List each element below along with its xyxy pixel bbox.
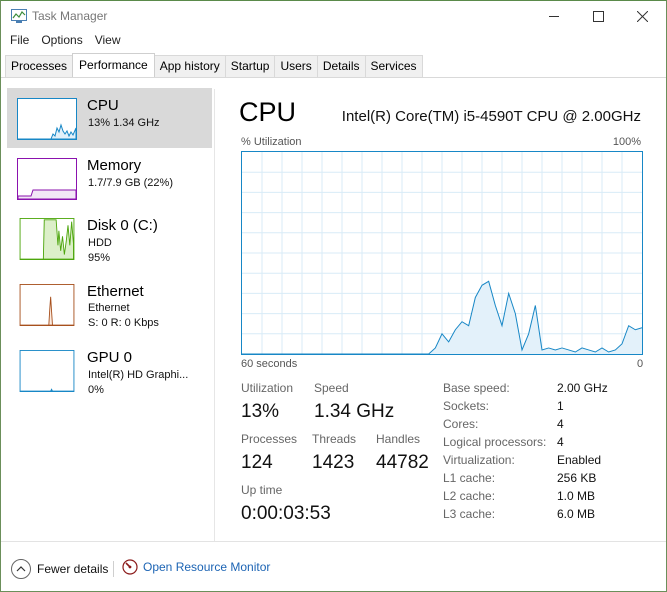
task-manager-icon	[11, 9, 27, 23]
spec-label-base-speed: Base speed:	[443, 381, 510, 395]
tab-divider	[1, 77, 666, 78]
spec-value-l1-cache: 256 KB	[557, 471, 597, 485]
sidebar-cpu-sub: 13% 1.34 GHz	[88, 117, 160, 129]
sidebar-item-ethernet[interactable]: Ethernet Ethernet S: 0 R: 0 Kbps	[7, 278, 212, 338]
sidebar-memory-title: Memory	[87, 157, 142, 174]
spec-value-virtualization: Enabled	[557, 453, 602, 467]
open-resource-monitor-link[interactable]: Open Resource Monitor	[122, 559, 270, 575]
footer-divider	[1, 541, 666, 542]
speed-value: 1.34 GHz	[314, 401, 395, 422]
processes-label: Processes	[241, 432, 298, 446]
cpu-thumbnail-graph	[17, 98, 77, 140]
utilization-value: 13%	[241, 401, 280, 422]
menu-file[interactable]: File	[1, 33, 29, 51]
ethernet-thumbnail-graph	[17, 284, 77, 326]
spec-label-logical-processors: Logical processors:	[443, 435, 547, 449]
memory-thumbnail-graph	[17, 158, 77, 200]
cpu-model-name: Intel(R) Core(TM) i5-4590T CPU @ 2.00GHz	[341, 108, 641, 125]
spec-value-sockets: 1	[557, 399, 564, 413]
footer-separator	[113, 561, 114, 577]
sidebar-divider	[214, 89, 215, 541]
sidebar-ethernet-sub1: Ethernet	[88, 302, 130, 314]
uptime-value: 0:00:03:53	[241, 503, 331, 524]
spec-value-cores: 4	[557, 417, 564, 431]
spec-value-l3-cache: 6.0 MB	[557, 507, 596, 521]
tab-details[interactable]: Details	[316, 55, 366, 77]
tab-startup[interactable]: Startup	[224, 55, 276, 77]
sidebar-item-memory[interactable]: Memory 1.7/7.9 GB (22%)	[7, 151, 212, 211]
threads-value: 1423	[312, 452, 355, 473]
spec-label-virtualization: Virtualization:	[443, 453, 515, 467]
gpu-thumbnail-graph	[17, 350, 77, 392]
tab-users[interactable]: Users	[274, 55, 318, 77]
spec-value-l2-cache: 1.0 MB	[557, 489, 596, 503]
fewer-details-label: Fewer details	[37, 562, 109, 576]
spec-label-l1-cache: L1 cache:	[443, 471, 496, 485]
axis-label-time: 60 seconds	[241, 358, 298, 370]
speed-label: Speed	[314, 381, 349, 395]
handles-label: Handles	[376, 432, 421, 446]
title-bar: Task Manager	[1, 1, 666, 31]
sidebar-memory-sub: 1.7/7.9 GB (22%)	[88, 177, 173, 189]
axis-label-max: 100%	[612, 136, 641, 148]
minimize-button[interactable]	[532, 1, 576, 31]
close-icon	[636, 10, 648, 22]
sidebar-disk-sub1: HDD	[88, 237, 112, 249]
spec-label-sockets: Sockets:	[443, 399, 490, 413]
footer: Fewer details Open Resource Monitor	[1, 557, 666, 581]
menu-options[interactable]: Options	[29, 33, 82, 51]
menu-view[interactable]: View	[83, 33, 121, 51]
sidebar-ethernet-sub2: S: 0 R: 0 Kbps	[88, 317, 159, 329]
axis-label-utilization: % Utilization	[241, 136, 302, 148]
task-manager-window: Task Manager File Options View Processes…	[0, 0, 667, 592]
sidebar-disk-sub2: 95%	[88, 252, 111, 264]
axis-label-zero: 0	[637, 358, 644, 370]
sidebar-gpu-title: GPU 0	[87, 349, 133, 366]
sidebar-ethernet-title: Ethernet	[87, 283, 144, 300]
utilization-label: Utilization	[241, 381, 294, 395]
open-resource-monitor-label: Open Resource Monitor	[143, 560, 271, 574]
tab-processes[interactable]: Processes	[5, 55, 74, 77]
maximize-button[interactable]	[576, 1, 620, 31]
chevron-up-icon	[11, 559, 31, 579]
disk-thumbnail-graph	[17, 218, 77, 260]
sidebar-cpu-title: CPU	[87, 97, 119, 114]
window-title: Task Manager	[32, 9, 108, 23]
fewer-details-button[interactable]: Fewer details	[11, 559, 108, 579]
spec-label-l2-cache: L2 cache:	[443, 489, 496, 503]
spec-label-l3-cache: L3 cache:	[443, 507, 496, 521]
page-title: CPU	[239, 97, 297, 127]
sidebar-item-disk[interactable]: Disk 0 (C:) HDD 95%	[7, 211, 212, 271]
sidebar-gpu-sub1: Intel(R) HD Graphi...	[88, 369, 189, 381]
menu-bar: File Options View	[1, 33, 121, 51]
sidebar-item-cpu[interactable]: CPU 13% 1.34 GHz	[7, 88, 212, 148]
sidebar-item-gpu[interactable]: GPU 0 Intel(R) HD Graphi... 0%	[7, 343, 212, 403]
close-button[interactable]	[620, 1, 664, 31]
sidebar-disk-title: Disk 0 (C:)	[87, 217, 158, 234]
spec-value-base-speed: 2.00 GHz	[557, 381, 608, 395]
tab-bar: Processes Performance App history Startu…	[5, 53, 423, 77]
threads-label: Threads	[312, 432, 357, 446]
sidebar-gpu-sub2: 0%	[88, 384, 104, 396]
spec-value-logical-processors: 4	[557, 435, 564, 449]
tab-services[interactable]: Services	[364, 55, 423, 77]
processes-value: 124	[241, 452, 273, 473]
resource-monitor-icon	[122, 559, 138, 575]
tab-performance[interactable]: Performance	[72, 53, 155, 77]
tab-app-history[interactable]: App history	[153, 55, 226, 77]
maximize-icon	[592, 10, 604, 22]
uptime-label: Up time	[241, 483, 283, 497]
handles-value: 44782	[376, 452, 429, 473]
graph-grid	[242, 152, 642, 354]
minimize-icon	[548, 15, 559, 17]
spec-label-cores: Cores:	[443, 417, 479, 431]
cpu-utilization-graph	[241, 151, 643, 355]
